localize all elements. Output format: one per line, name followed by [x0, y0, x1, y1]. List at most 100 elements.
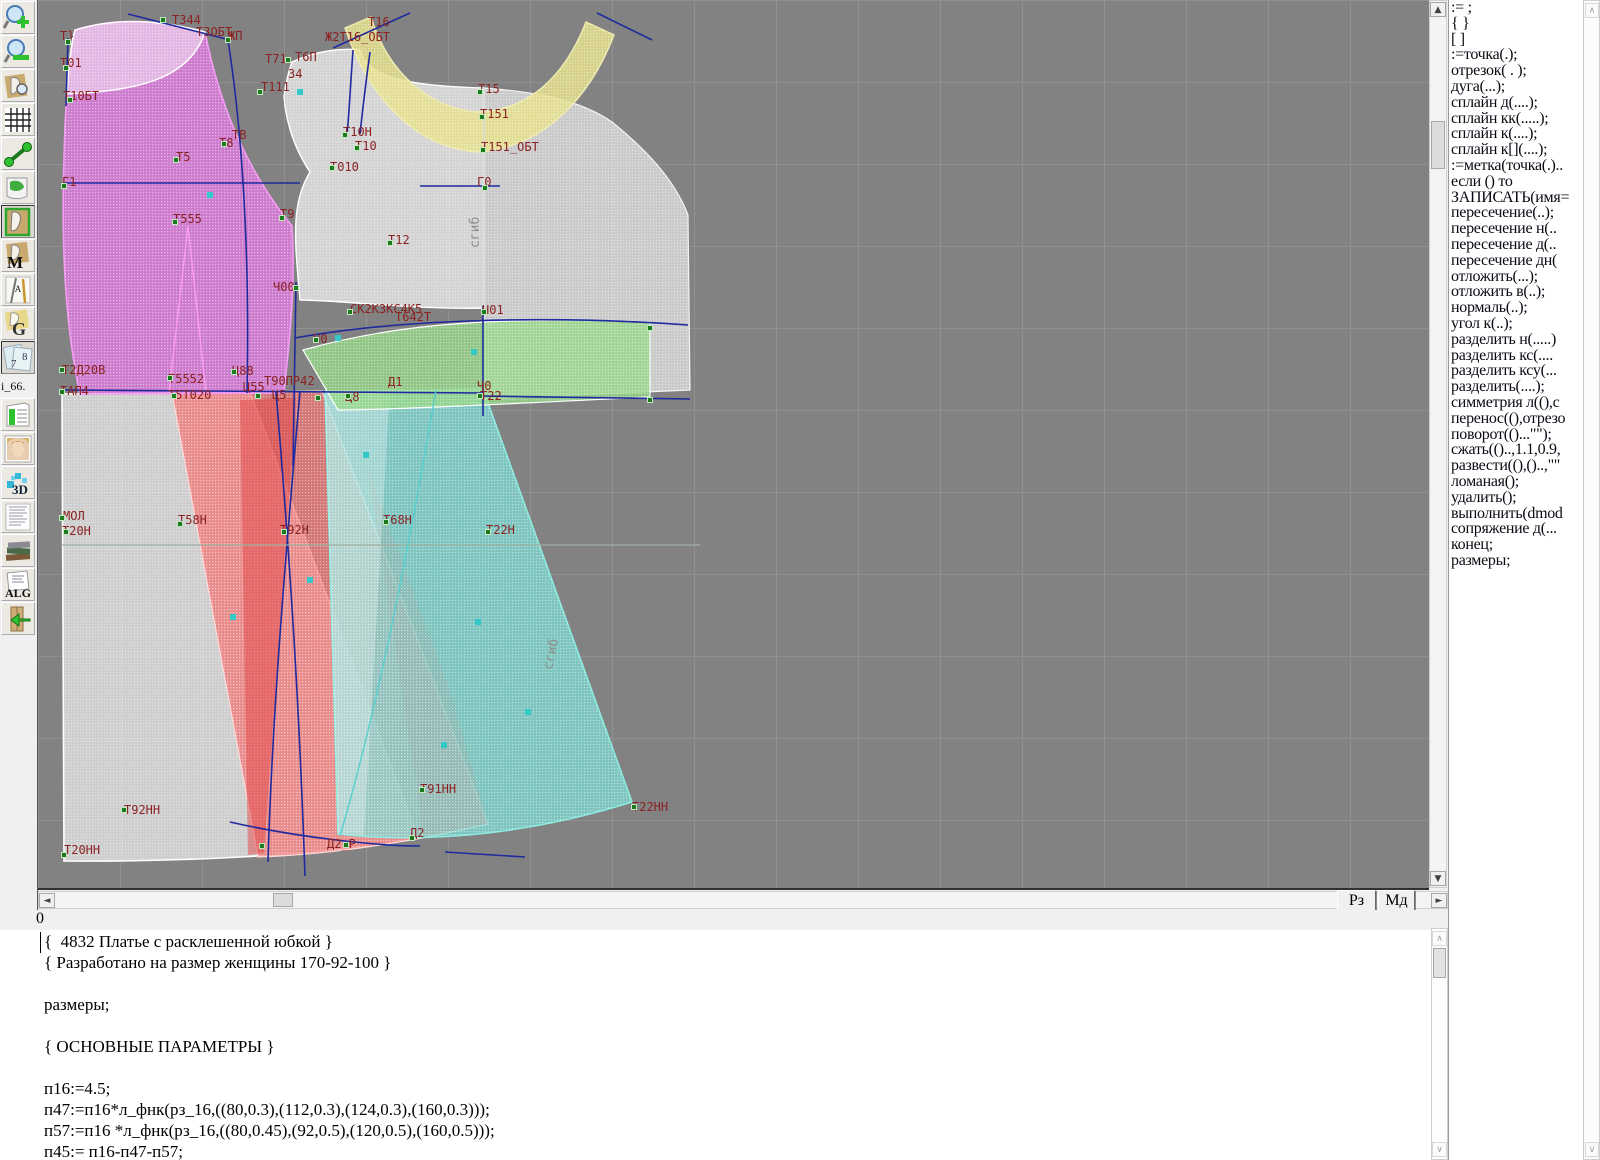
selected-point[interactable]: [475, 619, 481, 625]
construction-point[interactable]: [482, 185, 488, 191]
command-item[interactable]: симметрия л((),с: [1451, 395, 1583, 411]
construction-point[interactable]: [172, 219, 178, 225]
command-item[interactable]: пересечение д(..: [1451, 237, 1583, 253]
command-item[interactable]: отрезок( . );: [1451, 63, 1583, 79]
construction-point[interactable]: [285, 57, 291, 63]
construction-point[interactable]: [329, 165, 335, 171]
selected-point[interactable]: [207, 192, 213, 198]
command-item[interactable]: пересечение н(..: [1451, 221, 1583, 237]
command-item[interactable]: сплайн к[](....);: [1451, 142, 1583, 158]
command-item[interactable]: разделить ксу(...: [1451, 363, 1583, 379]
preview-pattern-button[interactable]: [1, 69, 35, 102]
construction-point[interactable]: [631, 804, 637, 810]
command-item[interactable]: { }: [1451, 15, 1583, 32]
construction-point[interactable]: [477, 89, 483, 95]
scroll-up-button[interactable]: ▲: [1430, 2, 1446, 17]
construction-point[interactable]: [231, 369, 237, 375]
spreadsheet-button[interactable]: [1, 398, 35, 431]
view-3d-button[interactable]: 3D: [1, 466, 35, 499]
construction-point[interactable]: [485, 529, 491, 535]
code-scroll-thumb[interactable]: [1433, 948, 1446, 978]
vscroll-thumb[interactable]: [1431, 121, 1445, 169]
draw-tools-button[interactable]: A: [1, 273, 35, 306]
construction-point[interactable]: [121, 807, 127, 813]
zoom-out-button[interactable]: [1, 35, 35, 68]
construction-point[interactable]: [383, 519, 389, 525]
exit-button[interactable]: [1, 602, 35, 635]
measure-button[interactable]: [1, 137, 35, 170]
command-item[interactable]: нормаль(..);: [1451, 300, 1583, 316]
construction-point[interactable]: [647, 397, 653, 403]
construction-point[interactable]: [387, 240, 393, 246]
command-item[interactable]: сопряжение д(...: [1451, 521, 1583, 537]
construction-point[interactable]: [59, 515, 65, 521]
command-item[interactable]: ломаная();: [1451, 474, 1583, 490]
selected-point[interactable]: [297, 89, 303, 95]
command-item[interactable]: сплайн кк(.....);: [1451, 110, 1583, 127]
construction-point[interactable]: [479, 114, 485, 120]
canvas-hscrollbar[interactable]: ◄ ►: [38, 891, 1448, 909]
command-item[interactable]: перенос((),отрезо: [1451, 410, 1583, 427]
construction-point[interactable]: [65, 39, 71, 45]
command-item[interactable]: разделить(....);: [1451, 379, 1583, 395]
hscroll-thumb[interactable]: [273, 893, 293, 907]
command-item[interactable]: поворот(()..."");: [1451, 426, 1583, 443]
command-item[interactable]: отложить в(..);: [1451, 284, 1583, 300]
construction-point[interactable]: [63, 65, 69, 71]
construction-point[interactable]: [281, 529, 287, 535]
construction-point[interactable]: [279, 215, 285, 221]
construction-point[interactable]: [345, 393, 351, 399]
construction-point[interactable]: [419, 787, 425, 793]
construction-point[interactable]: [259, 843, 265, 849]
pattern-canvas[interactable]: Т} Т01 Т10БТ Т344 Т3ОБТ ЖП Т16 Ж2Т16_ОБТ Т71 Т6П 3…: [38, 0, 1429, 890]
construction-point[interactable]: [59, 367, 65, 373]
selected-point[interactable]: [441, 742, 447, 748]
construction-point[interactable]: [225, 37, 231, 43]
grid-button[interactable]: [1, 103, 35, 136]
construction-point[interactable]: [177, 521, 183, 527]
construction-point[interactable]: [173, 157, 179, 163]
pattern-outline-button[interactable]: [1, 205, 35, 238]
command-item[interactable]: :=метка(точка(.)..: [1451, 158, 1583, 174]
md-button[interactable]: Мд: [1378, 890, 1415, 911]
command-item[interactable]: сплайн д(....);: [1451, 94, 1583, 111]
command-item[interactable]: угол к(..);: [1451, 316, 1583, 332]
construction-point[interactable]: [63, 529, 69, 535]
command-item[interactable]: конец;: [1451, 537, 1583, 553]
panel-vscrollbar[interactable]: ∧ ∨: [1583, 0, 1600, 1160]
command-item[interactable]: развести((),()..,"": [1451, 458, 1583, 474]
construction-point[interactable]: [480, 147, 486, 153]
construction-point[interactable]: [481, 309, 487, 315]
command-item[interactable]: если () то: [1451, 173, 1583, 190]
construction-point[interactable]: [160, 17, 166, 23]
command-item[interactable]: удалить();: [1451, 489, 1583, 506]
scroll-right-button[interactable]: ►: [1431, 893, 1447, 908]
zoom-in-button[interactable]: [1, 1, 35, 34]
construction-point[interactable]: [342, 132, 348, 138]
code-vscrollbar[interactable]: ∧ ∨: [1431, 928, 1448, 1160]
construction-point[interactable]: [313, 337, 319, 343]
scroll-left-button[interactable]: ◄: [39, 893, 55, 908]
rz-button[interactable]: Рз: [1337, 890, 1376, 911]
scroll-down-button[interactable]: ▼: [1430, 871, 1446, 886]
command-item[interactable]: сплайн к(....);: [1451, 126, 1583, 142]
sizes-sheet-button[interactable]: 7 8: [1, 341, 35, 374]
canvas-vscrollbar[interactable]: ▲ ▼: [1429, 0, 1447, 888]
construction-point[interactable]: [61, 852, 67, 858]
command-item[interactable]: := ;: [1451, 0, 1583, 16]
construction-point[interactable]: [167, 375, 173, 381]
command-item[interactable]: разделить кс(....: [1451, 347, 1583, 364]
pattern-g-button[interactable]: G: [1, 307, 35, 340]
code-scroll-up[interactable]: ∧: [1432, 931, 1447, 946]
command-item[interactable]: :=точка(.);: [1451, 47, 1583, 63]
command-item[interactable]: отложить(...);: [1451, 268, 1583, 285]
construction-point[interactable]: [477, 393, 483, 399]
construction-point[interactable]: [354, 145, 360, 151]
panel-scroll-up[interactable]: ∧: [1585, 3, 1599, 18]
selected-point[interactable]: [335, 335, 341, 341]
layout-sheet-button[interactable]: [1, 171, 35, 204]
construction-point[interactable]: [61, 183, 67, 189]
command-item[interactable]: размеры;: [1451, 552, 1583, 569]
text-list-button[interactable]: [1, 500, 35, 533]
alg-button[interactable]: ALG: [1, 568, 35, 601]
